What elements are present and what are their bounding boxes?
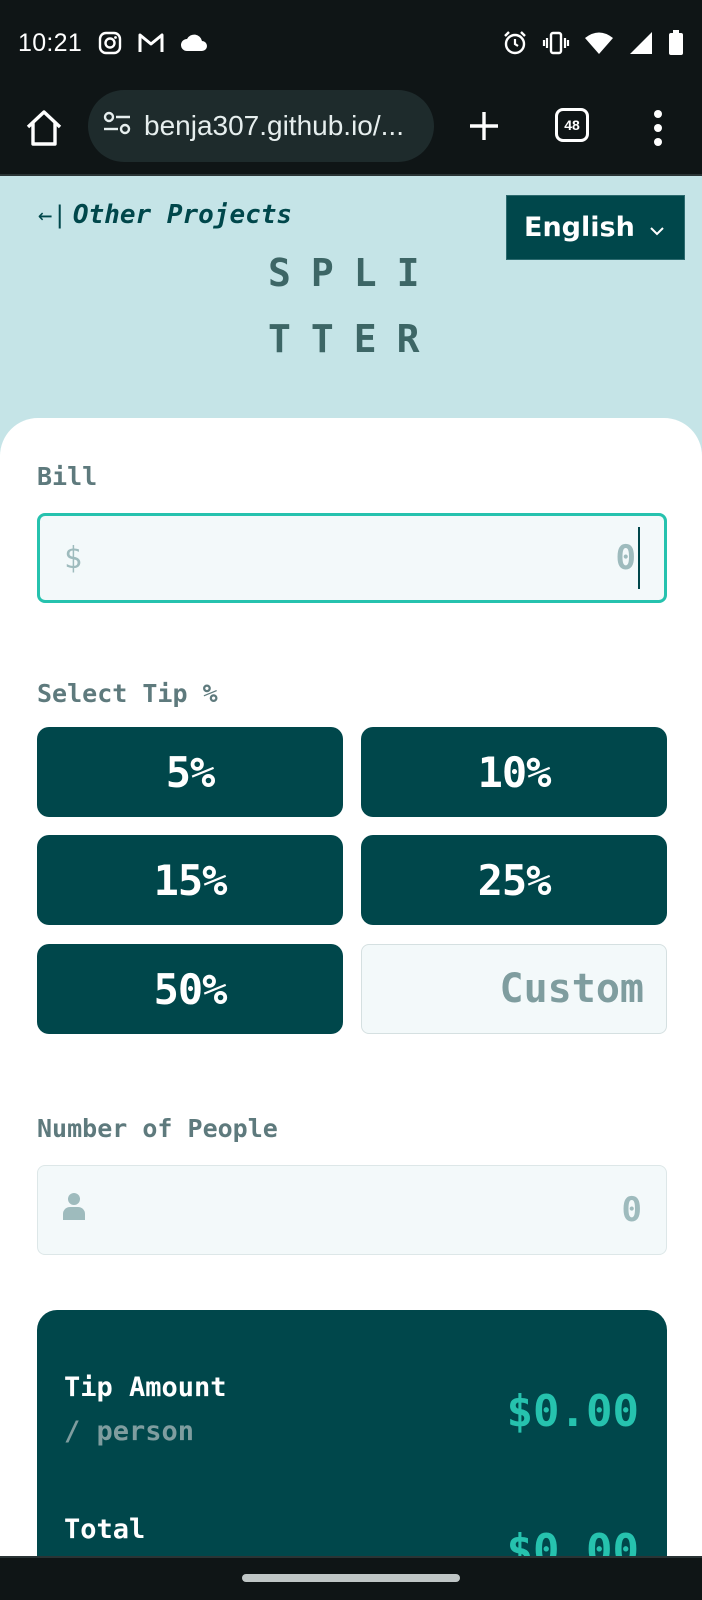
battery-icon: [668, 30, 684, 56]
tip-50-button[interactable]: 50%: [37, 944, 343, 1034]
tip-amount-sub: / person: [64, 1416, 195, 1447]
home-icon[interactable]: [22, 106, 66, 150]
tip-15-button[interactable]: 15%: [37, 835, 343, 925]
custom-tip-input[interactable]: Custom: [361, 944, 667, 1034]
gmail-icon: [138, 32, 164, 54]
site-settings-icon[interactable]: [102, 110, 132, 143]
people-label: Number of People: [37, 1114, 278, 1143]
people-input[interactable]: 0: [37, 1165, 667, 1255]
language-select[interactable]: English: [506, 195, 685, 260]
tip-10-button[interactable]: 10%: [361, 727, 667, 817]
language-value: English: [524, 212, 635, 243]
dollar-icon: $: [64, 540, 83, 576]
people-value[interactable]: 0: [622, 1190, 642, 1230]
tab-switcher-button[interactable]: 48: [555, 108, 589, 142]
more-menu-icon[interactable]: [648, 108, 668, 148]
bill-input[interactable]: $ 0: [37, 513, 667, 603]
chevron-down-icon: [649, 212, 665, 243]
status-left: 10:21: [18, 29, 208, 58]
new-tab-icon[interactable]: [462, 104, 506, 148]
address-bar[interactable]: benja307.github.io/...: [88, 90, 434, 162]
logo-line-1: SPLI: [268, 251, 440, 295]
logo-line-2: TTER: [268, 317, 440, 361]
app-logo: SPLI TTER: [268, 240, 448, 372]
bill-label: Bill: [37, 462, 98, 491]
browser-toolbar: benja307.github.io/... 48: [0, 86, 702, 176]
url-text[interactable]: benja307.github.io/...: [144, 110, 424, 142]
system-nav-bar: [0, 1556, 702, 1600]
instagram-icon: [98, 31, 122, 55]
tip-amount-title: Tip Amount: [64, 1372, 227, 1403]
tip-5-button[interactable]: 5%: [37, 727, 343, 817]
total-title: Total: [64, 1514, 146, 1545]
tip-amount-value: $0.00: [506, 1386, 639, 1437]
bill-value[interactable]: 0: [616, 538, 636, 578]
cloud-icon: [180, 33, 208, 53]
vibrate-icon: [542, 31, 570, 55]
back-arrow-icon: ←|: [38, 201, 67, 229]
text-caret: [638, 527, 640, 589]
status-time: 10:21: [18, 28, 83, 57]
wifi-icon: [584, 31, 614, 55]
other-projects-label: Other Projects: [72, 200, 293, 230]
alarm-icon: [502, 30, 528, 56]
bill-value-wrap[interactable]: 0: [616, 527, 640, 589]
status-right: [502, 30, 684, 56]
gesture-handle[interactable]: [242, 1574, 460, 1582]
person-icon: [62, 1191, 86, 1229]
status-bar: 10:21: [0, 0, 702, 86]
tip-label: Select Tip %: [37, 679, 218, 708]
signal-icon: [628, 31, 654, 55]
tip-25-button[interactable]: 25%: [361, 835, 667, 925]
other-projects-link[interactable]: ←| Other Projects: [38, 200, 292, 230]
